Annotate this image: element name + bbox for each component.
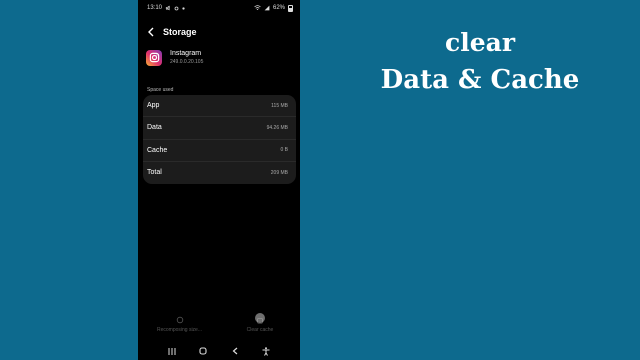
section-header: Space used [147, 87, 174, 93]
row-value: 0 B [280, 147, 288, 154]
instagram-icon [146, 49, 162, 66]
storage-row-total: Total 209 MB [143, 162, 296, 184]
phone-screen: 13:10 62% Storage Instagram 249.0.0.20.1… [138, 0, 300, 360]
overlay-title-line1: clear [445, 28, 515, 57]
battery-percent: 62% [272, 5, 285, 11]
touch-indicator [255, 313, 265, 323]
bottom-actions: Recomposing size... Clear cache [138, 316, 300, 342]
app-info: Instagram 249.0.0.20.105 [146, 49, 203, 66]
accessibility-icon[interactable] [259, 344, 273, 358]
storage-row-app: App 115 MB [143, 95, 296, 118]
back-icon[interactable] [145, 26, 157, 38]
clear-cache-label: Clear cache [246, 327, 274, 333]
row-label: App [147, 102, 160, 110]
recent-apps-icon[interactable] [165, 344, 179, 358]
home-icon[interactable] [196, 344, 210, 358]
row-label: Cache [147, 146, 168, 154]
wifi-icon [254, 5, 261, 11]
back-nav-icon[interactable] [228, 344, 242, 358]
app-bar: Storage [138, 22, 300, 42]
status-right: 62% [254, 4, 293, 12]
row-value: 94.26 MB [266, 124, 288, 131]
recompose-label: Recomposing size... [156, 327, 203, 333]
gear-icon [174, 6, 179, 10]
status-left: 13:10 [147, 5, 185, 11]
storage-row-cache: Cache 0 B [143, 140, 296, 162]
screen-title: Storage [163, 27, 197, 37]
overlay-title-line2: Data & Cache [380, 65, 580, 95]
app-text: Instagram 249.0.0.20.105 [170, 49, 203, 66]
app-name: Instagram [170, 50, 202, 57]
status-time: 13:10 [147, 5, 163, 11]
recompose-button[interactable]: Recomposing size... [152, 316, 207, 333]
storage-row-data: Data 94.26 MB [143, 117, 296, 140]
notification-dot-icon [182, 6, 185, 10]
row-value: 209 MB [270, 169, 288, 176]
status-bar: 13:10 62% [138, 0, 300, 16]
row-label: Data [147, 124, 162, 132]
row-value: 115 MB [271, 102, 288, 109]
navigation-bar [138, 342, 300, 360]
app-version: 249.0.0.20.105 [170, 59, 204, 65]
storage-card: App 115 MB Data 94.26 MB Cache 0 B Total… [143, 95, 296, 184]
signal-icon [264, 5, 270, 11]
row-label: Total [147, 169, 162, 177]
mute-icon [165, 5, 171, 11]
battery-icon [288, 4, 293, 12]
refresh-icon [176, 316, 183, 324]
